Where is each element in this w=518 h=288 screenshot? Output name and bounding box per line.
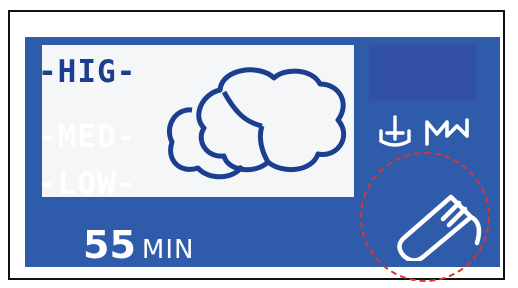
wave-mode-icon <box>425 118 469 146</box>
level-medium[interactable]: -MED- <box>38 121 136 153</box>
time-remaining: 55 MIN <box>83 225 194 265</box>
highlight-circle <box>360 152 490 282</box>
time-unit: MIN <box>141 235 195 265</box>
tub-water-icon <box>379 115 411 147</box>
level-low[interactable]: -LOW- <box>38 168 136 200</box>
time-value: 55 <box>83 223 136 267</box>
laundry-load-icon <box>167 67 346 180</box>
top-right-indicator-panel <box>369 45 476 101</box>
level-high[interactable]: -HIG- <box>38 56 136 88</box>
